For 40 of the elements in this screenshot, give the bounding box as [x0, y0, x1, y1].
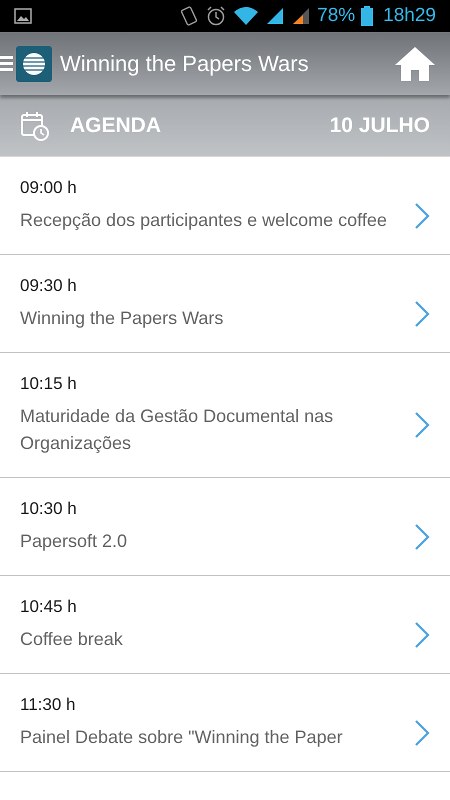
chevron-right-icon [414, 522, 430, 550]
session-time: 10:45 h [20, 596, 78, 618]
wifi-icon [233, 6, 260, 26]
battery-icon [361, 6, 374, 26]
chevron-right-icon [414, 411, 430, 439]
chevron-right-icon [414, 300, 430, 328]
session-title: Maturidade da Gestão Documental nas Organizações [20, 405, 334, 455]
agenda-item[interactable]: 09:30 h Winning the Papers Wars [0, 255, 450, 353]
signal-icon [291, 6, 312, 26]
section-title: AGENDA [70, 112, 162, 139]
session-time: 11:30 h [20, 694, 76, 716]
chevron-right-icon [414, 620, 430, 648]
alarm-icon [205, 5, 228, 27]
battery-percentage: 78% [317, 4, 356, 28]
agenda-item[interactable]: 10:45 h Coffee break [0, 576, 450, 674]
image-icon [14, 8, 32, 24]
chevron-right-icon [414, 718, 430, 746]
vibrate-icon [179, 5, 200, 27]
session-time: 09:00 h [20, 177, 78, 199]
session-time: 10:15 h [20, 373, 78, 395]
agenda-item[interactable]: 10:15 h Maturidade da Gestão Documental nas Organizações [0, 353, 450, 478]
session-title: Papersoft 2.0 [20, 530, 128, 553]
agenda-item[interactable]: 11:30 h Painel Debate sobre "Winning the Paper [0, 674, 450, 772]
home-icon[interactable] [394, 46, 436, 82]
session-time: 10:30 h [20, 498, 78, 520]
clock-time: 18h29 [383, 4, 436, 28]
session-title: Winning the Papers Wars [20, 307, 224, 330]
agenda-item[interactable]: 09:00 h Recepção dos participantes e welcome coffee [0, 157, 450, 255]
session-title: Coffee break [20, 628, 124, 651]
section-date: 10 JULHO [330, 112, 430, 139]
agenda-item[interactable]: 10:30 h Papersoft 2.0 [0, 478, 450, 576]
session-title: Recepção dos participantes e welcome coffee [20, 209, 388, 232]
session-time: 09:30 h [20, 275, 78, 297]
app-title: Winning the Papers Wars [60, 50, 310, 78]
app-logo-icon [16, 46, 52, 82]
signal-icon [265, 6, 286, 26]
chevron-right-icon [414, 202, 430, 230]
menu-icon[interactable] [0, 56, 13, 71]
calendar-clock-icon [20, 110, 50, 140]
session-title: Painel Debate sobre "Winning the Paper [20, 726, 344, 749]
